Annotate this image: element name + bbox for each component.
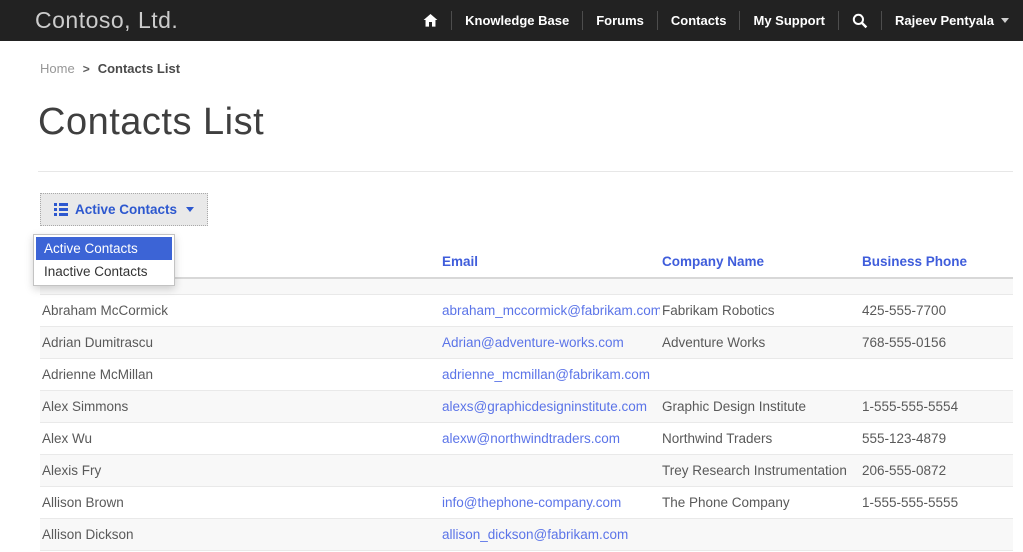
cell-email: alexw@northwindtraders.com: [440, 422, 660, 454]
cell-phone: [860, 518, 1013, 550]
title-divider: [38, 171, 1013, 172]
cell-company: Northwind Traders: [662, 430, 773, 446]
cell-company: Adventure Works: [662, 334, 766, 350]
nav-separator: [656, 11, 658, 30]
contacts-table: Email Company Name Business Phone Abraha…: [40, 246, 1013, 551]
cell-company: [660, 358, 860, 390]
nav-separator: [451, 11, 453, 30]
page-title: Contacts List: [38, 101, 265, 143]
cell-name: Allison Brown: [42, 494, 124, 510]
breadcrumb-separator: >: [82, 61, 90, 76]
email-link[interactable]: adrienne_mcmillan@fabrikam.com: [442, 367, 650, 382]
nav-separator: [582, 11, 584, 30]
cell-name: Allison Dickson: [42, 526, 134, 542]
cell-name: Adrian Dumitrascu: [42, 334, 154, 350]
email-link[interactable]: allison_dickson@fabrikam.com: [442, 527, 628, 542]
search-button[interactable]: [852, 13, 868, 29]
cell-email: info@thephone-company.com: [440, 486, 660, 518]
email-link[interactable]: Adrian@adventure-works.com: [442, 335, 624, 350]
view-selector-label: Active Contacts: [75, 202, 178, 217]
email-link[interactable]: abraham_mccormick@fabrikam.com: [442, 303, 660, 318]
table-row: Allison Brown info@thephone-company.com …: [40, 486, 1013, 518]
table-header-row: Email Company Name Business Phone: [40, 246, 1013, 279]
cell-phone: 425-555-7700: [862, 302, 947, 318]
cell-company: The Phone Company: [662, 494, 790, 510]
cell-name: Alexis Fry: [42, 462, 102, 478]
caret-down-icon: [1001, 18, 1009, 23]
breadcrumb-home-link[interactable]: Home: [40, 61, 75, 76]
breadcrumb-current: Contacts List: [97, 61, 181, 76]
column-header-email[interactable]: Email: [440, 246, 660, 279]
table-row: Alex Simmons alexs@graphicdesigninstitut…: [40, 390, 1013, 422]
search-icon: [852, 13, 868, 29]
cell-email: [440, 454, 660, 486]
top-navbar: Contoso, Ltd. Knowledge Base Forums Cont…: [0, 0, 1023, 41]
cell-email: allison_dickson@fabrikam.com: [440, 518, 660, 550]
cell-phone: 768-555-0156: [862, 334, 947, 350]
dropdown-item-active-contacts[interactable]: Active Contacts: [36, 237, 172, 260]
nav-separator: [837, 11, 839, 30]
cell-company: Graphic Design Institute: [662, 398, 807, 414]
home-nav-button[interactable]: [423, 13, 438, 28]
table-row: Alexis Fry Trey Research Instrumentation…: [40, 454, 1013, 486]
cell-email: Adrian@adventure-works.com: [440, 326, 660, 358]
list-icon: [54, 203, 68, 216]
cell-company: Trey Research Instrumentation: [662, 462, 847, 478]
caret-down-icon: [186, 207, 195, 212]
email-link[interactable]: alexs@graphicdesigninstitute.com: [442, 399, 647, 414]
cell-name: Alex Wu: [42, 430, 93, 446]
nav-item-forums[interactable]: Forums: [596, 13, 644, 28]
home-icon: [423, 13, 438, 28]
email-link[interactable]: info@thephone-company.com: [442, 495, 621, 510]
dropdown-item-inactive-contacts[interactable]: Inactive Contacts: [36, 260, 172, 283]
table-spacer-row: [40, 278, 1013, 294]
cell-phone: 1-555-555-5554: [862, 398, 959, 414]
email-link[interactable]: alexw@northwindtraders.com: [442, 431, 620, 446]
cell-name: Abraham McCormick: [42, 302, 169, 318]
table-row: Adrian Dumitrascu Adrian@adventure-works…: [40, 326, 1013, 358]
view-dropdown-menu: Active Contacts Inactive Contacts: [33, 234, 175, 286]
view-selector-button[interactable]: Active Contacts: [40, 193, 209, 226]
nav-separator: [739, 11, 741, 30]
cell-email: abraham_mccormick@fabrikam.com: [440, 294, 660, 326]
breadcrumb: Home > Contacts List: [40, 61, 180, 76]
cell-name: Adrienne McMillan: [42, 366, 154, 382]
nav-item-contacts[interactable]: Contacts: [671, 13, 727, 28]
cell-phone: 1-555-555-5555: [862, 494, 959, 510]
user-menu[interactable]: Rajeev Pentyala: [895, 13, 1009, 28]
user-name: Rajeev Pentyala: [894, 13, 994, 28]
nav-item-knowledge-base[interactable]: Knowledge Base: [465, 13, 569, 28]
cell-email: alexs@graphicdesigninstitute.com: [440, 390, 660, 422]
table-row: Abraham McCormick abraham_mccormick@fabr…: [40, 294, 1013, 326]
table-row: Adrienne McMillan adrienne_mcmillan@fabr…: [40, 358, 1013, 390]
cell-phone: 206-555-0872: [862, 462, 947, 478]
cell-company: [660, 518, 860, 550]
navbar-menu: Knowledge Base Forums Contacts My Suppor…: [423, 11, 1009, 30]
column-header-phone[interactable]: Business Phone: [860, 246, 1013, 279]
cell-company: Fabrikam Robotics: [662, 302, 775, 318]
cell-email: adrienne_mcmillan@fabrikam.com: [440, 358, 660, 390]
table-row: Alex Wu alexw@northwindtraders.com North…: [40, 422, 1013, 454]
nav-item-my-support[interactable]: My Support: [753, 13, 825, 28]
brand-logo[interactable]: Contoso, Ltd.: [35, 7, 178, 34]
table-row: Allison Dickson allison_dickson@fabrikam…: [40, 518, 1013, 550]
cell-phone: 555-123-4879: [862, 430, 947, 446]
column-header-company[interactable]: Company Name: [660, 246, 860, 279]
nav-separator: [880, 11, 882, 30]
cell-name: Alex Simmons: [42, 398, 129, 414]
cell-phone: [860, 358, 1013, 390]
